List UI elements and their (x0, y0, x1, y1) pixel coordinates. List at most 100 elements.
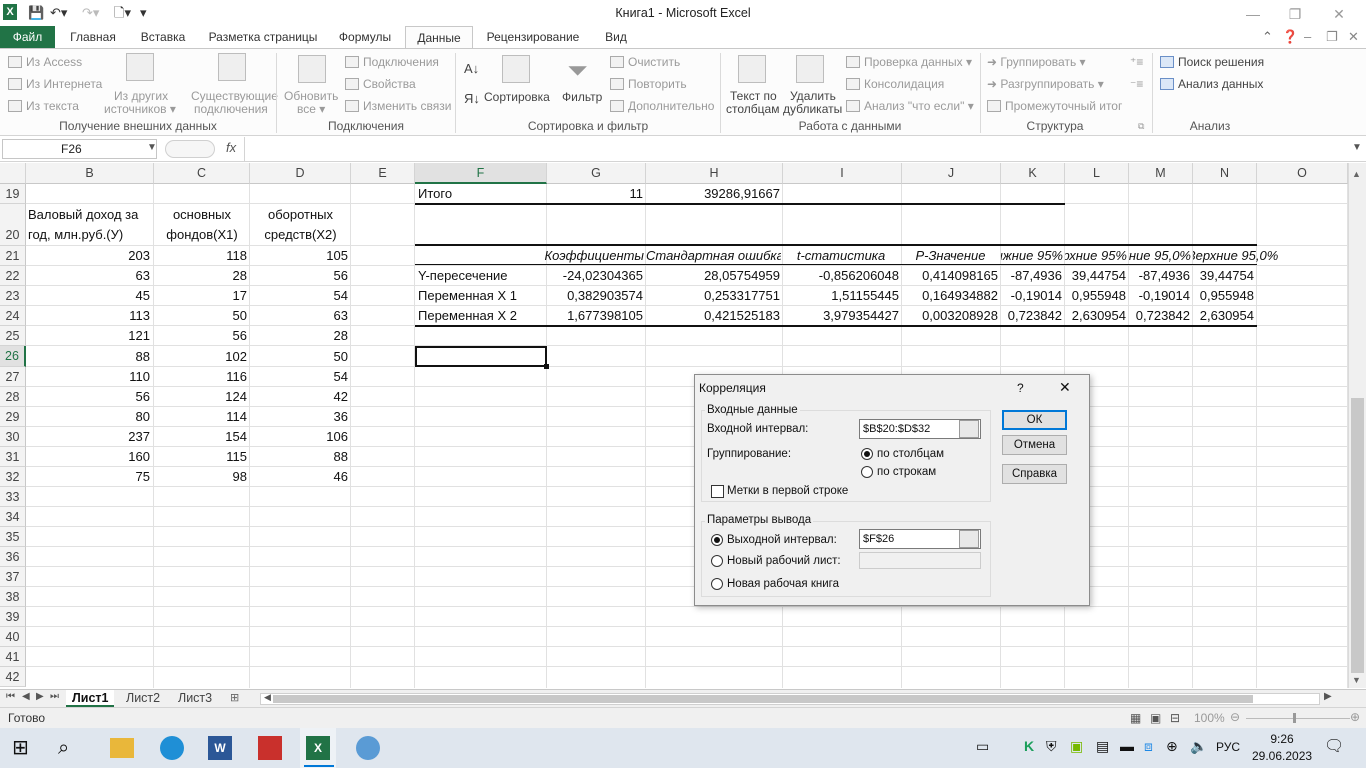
by-columns-label[interactable]: по столбцам (877, 448, 944, 460)
header-working-capital-line2[interactable]: средств(Х2) (250, 225, 351, 245)
tray-device-icon[interactable]: ▤ (1096, 738, 1109, 755)
worksheet-grid[interactable]: B C D E F G H I J K L M N O 19 20 21 22 … (0, 163, 1348, 688)
row-header-21[interactable]: 21 (0, 246, 26, 266)
dialog-close-icon[interactable]: ✕ (1059, 379, 1071, 396)
table-cell[interactable]: 0,382903574 (547, 286, 643, 306)
fill-handle[interactable] (544, 364, 549, 369)
page-layout-view-icon[interactable]: ▣ (1150, 711, 1161, 725)
header-std-error[interactable]: Стандартная ошибка (646, 246, 781, 266)
table-cell[interactable]: -87,4936 (1129, 266, 1190, 286)
new-sheet-radio[interactable] (711, 555, 723, 567)
table-cell[interactable]: 56 (154, 326, 247, 346)
table-cell[interactable]: 63 (26, 266, 150, 286)
scroll-left-icon[interactable]: ◀ (264, 692, 271, 703)
input-range-collapse-icon[interactable] (959, 420, 979, 438)
table-cell[interactable]: 98 (154, 467, 247, 487)
column-header-e[interactable]: E (351, 163, 415, 184)
table-cell[interactable]: 124 (154, 387, 247, 407)
tray-shield-icon[interactable]: ⛨ (1046, 738, 1057, 755)
what-if-button[interactable]: Анализ "что если" ▾ (846, 99, 974, 113)
table-cell[interactable]: 113 (26, 306, 150, 326)
table-cell[interactable]: 80 (26, 407, 150, 427)
table-cell[interactable]: 0,723842 (1001, 306, 1062, 326)
refresh-all-button[interactable]: Обновить (284, 89, 338, 103)
sheet-tab-3[interactable]: Лист3 (172, 690, 218, 707)
header-gross-income-line1[interactable]: Валовый доход за (28, 205, 152, 225)
table-cell[interactable]: 36 (250, 407, 348, 427)
table-cell[interactable]: 116 (154, 367, 247, 387)
clock-time[interactable]: 9:26 (1252, 732, 1312, 746)
column-header-m[interactable]: M (1129, 163, 1193, 184)
tab-insert[interactable]: Вставка (134, 26, 192, 48)
row-header-38[interactable]: 38 (0, 587, 26, 607)
tab-review[interactable]: Рецензирование (480, 26, 586, 48)
collapse-ribbon-icon[interactable]: ⌃ (1262, 28, 1273, 46)
table-cell[interactable]: 39,44754 (1065, 266, 1126, 286)
table-cell[interactable]: -0,19014 (1001, 286, 1062, 306)
sheet-tab-1[interactable]: Лист1 (66, 690, 115, 707)
header-fixed-assets-line1[interactable]: основных (154, 205, 250, 225)
notifications-icon[interactable]: 🗨 (1324, 736, 1344, 756)
header-coefficients[interactable]: Коэффициенты (520, 246, 644, 266)
header-p-value[interactable]: P-Значение (902, 246, 999, 266)
globe-app-icon[interactable] (356, 736, 380, 760)
row-header-28[interactable]: 28 (0, 387, 26, 407)
minimize-button[interactable]: — (1238, 4, 1268, 24)
vertical-scrollbar[interactable]: ▲ ▼ (1348, 163, 1366, 688)
sheet-tab-2[interactable]: Лист2 (120, 690, 166, 707)
by-rows-radio[interactable] (861, 466, 873, 478)
table-cell[interactable]: 237 (26, 427, 150, 447)
table-cell[interactable]: 2,630954 (1193, 306, 1254, 326)
row-header-25[interactable]: 25 (0, 326, 26, 346)
tab-file[interactable]: Файл (0, 26, 55, 48)
row-header-32[interactable]: 32 (0, 467, 26, 487)
row-header-26[interactable]: 26 (0, 346, 26, 367)
zoom-in-icon[interactable]: ⊕ (1350, 710, 1360, 724)
cancel-button[interactable]: Отмена (1002, 435, 1067, 455)
row-header-37[interactable]: 37 (0, 567, 26, 587)
row-header-35[interactable]: 35 (0, 527, 26, 547)
tab-view[interactable]: Вид (596, 26, 636, 48)
table-cell[interactable]: 42 (250, 387, 348, 407)
table-cell[interactable]: 56 (250, 266, 348, 286)
file-explorer-icon[interactable] (110, 738, 134, 758)
sheet-nav-next-icon[interactable]: ▶ (36, 691, 44, 702)
row-header-22[interactable]: 22 (0, 266, 26, 286)
table-cell[interactable]: -24,02304365 (547, 266, 643, 286)
scroll-down-icon[interactable]: ▼ (1352, 675, 1361, 685)
help-icon[interactable]: ❓ (1282, 28, 1298, 46)
row-header-39[interactable]: 39 (0, 607, 26, 627)
formula-input[interactable] (244, 137, 1348, 161)
table-cell[interactable]: 106 (250, 427, 348, 447)
column-header-d[interactable]: D (250, 163, 351, 184)
table-cell[interactable]: 28,05754959 (646, 266, 780, 286)
table-cell[interactable]: 0,003208928 (902, 306, 998, 326)
row-header-27[interactable]: 27 (0, 367, 26, 387)
edge-icon[interactable] (160, 736, 184, 760)
header-gross-income-line2[interactable]: год, млн.руб.(У) (28, 225, 152, 245)
tab-data[interactable]: Данные (405, 26, 473, 49)
table-cell[interactable]: 50 (250, 346, 348, 367)
column-header-j[interactable]: J (902, 163, 1001, 184)
tray-k-icon[interactable]: K (1024, 738, 1034, 754)
table-cell[interactable]: 2,630954 (1065, 306, 1126, 326)
hscroll-thumb[interactable] (273, 695, 1253, 703)
properties-button[interactable]: Свойства (345, 77, 416, 91)
table-cell[interactable]: 114 (154, 407, 247, 427)
row-header-41[interactable]: 41 (0, 647, 26, 667)
table-cell[interactable]: 54 (250, 367, 348, 387)
sort-button[interactable]: Сортировка (484, 90, 550, 104)
row-header-24[interactable]: 24 (0, 306, 26, 326)
table-cell[interactable]: 110 (26, 367, 150, 387)
table-cell[interactable]: 56 (26, 387, 150, 407)
row-label-intercept[interactable]: Y-пересечение (418, 266, 544, 286)
by-columns-radio[interactable] (861, 448, 873, 460)
scroll-thumb[interactable] (1351, 398, 1364, 673)
table-cell[interactable]: 1,677398105 (547, 306, 643, 326)
column-header-b[interactable]: B (26, 163, 154, 184)
start-icon[interactable]: ⊞ (12, 734, 42, 762)
table-cell[interactable]: 0,955948 (1065, 286, 1126, 306)
table-cell[interactable]: 75 (26, 467, 150, 487)
data-validation-button[interactable]: Проверка данных ▾ (846, 55, 972, 69)
sheet-nav-prev-icon[interactable]: ◀ (22, 691, 30, 702)
